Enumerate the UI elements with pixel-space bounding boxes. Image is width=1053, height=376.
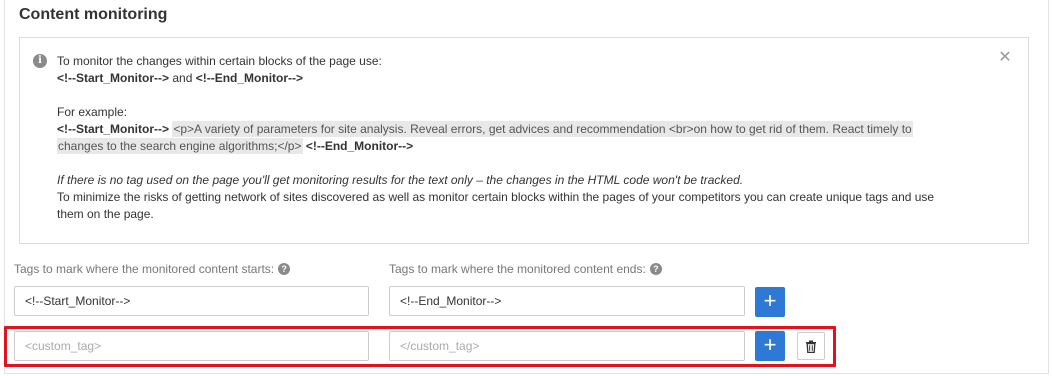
delete-tag-button[interactable]	[797, 332, 825, 360]
example-end-tag: <!--End_Monitor-->	[305, 139, 414, 153]
end-tags-label: Tags to mark where the monitored content…	[389, 262, 662, 276]
info-box: i ✕ To monitor the changes within certai…	[19, 37, 1029, 244]
example-start-tag: <!--Start_Monitor-->	[57, 122, 169, 136]
example-label: For example:	[57, 105, 128, 119]
question-icon[interactable]: ?	[649, 263, 662, 275]
tag-line: <!--Start_Monitor--> and <!--End_Monitor…	[57, 70, 997, 87]
plus-icon: +	[763, 332, 777, 357]
custom-start-tag-input[interactable]: <custom_tag>	[14, 331, 369, 361]
start-tags-label: Tags to mark where the monitored content…	[14, 262, 291, 276]
example-code-1: <p>A variety of parameters for site anal…	[172, 121, 913, 137]
custom-end-tag-input[interactable]: </custom_tag>	[389, 331, 745, 361]
note-italic: If there is no tag used on the page you'…	[57, 173, 744, 187]
info-text: To monitor the changes within certain bl…	[57, 53, 997, 223]
example-line-2: changes to the search engine algorithms;…	[57, 138, 997, 155]
start-tag-input[interactable]: <!--Start_Monitor-->	[14, 286, 369, 316]
end-tag-text: <!--End_Monitor-->	[195, 71, 304, 85]
trash-icon	[806, 340, 816, 353]
example-code-2: changes to the search engine algorithms;…	[57, 138, 303, 154]
close-icon[interactable]: ✕	[998, 50, 1012, 66]
info-line: To monitor the changes within certain bl…	[57, 54, 382, 68]
content-monitoring-panel: Content monitoring i ✕ To monitor the ch…	[4, 0, 1049, 374]
plus-icon: +	[763, 288, 777, 313]
start-tags-label-text: Tags to mark where the monitored content…	[14, 262, 275, 276]
example-line-1: <!--Start_Monitor--> <p>A variety of par…	[57, 121, 997, 138]
section-title: Content monitoring	[19, 6, 168, 23]
add-custom-tag-button[interactable]: +	[755, 331, 785, 361]
info-icon: i	[33, 54, 47, 68]
end-tag-input[interactable]: <!--End_Monitor-->	[389, 286, 745, 316]
add-tag-button[interactable]: +	[755, 287, 785, 317]
question-icon[interactable]: ?	[278, 263, 291, 275]
end-tags-label-text: Tags to mark where the monitored content…	[389, 262, 646, 276]
start-tag-text: <!--Start_Monitor-->	[57, 71, 169, 85]
note-line-1: To minimize the risks of getting network…	[57, 190, 935, 204]
and-text: and	[172, 71, 193, 85]
note-line-2: them on the page.	[57, 207, 154, 221]
